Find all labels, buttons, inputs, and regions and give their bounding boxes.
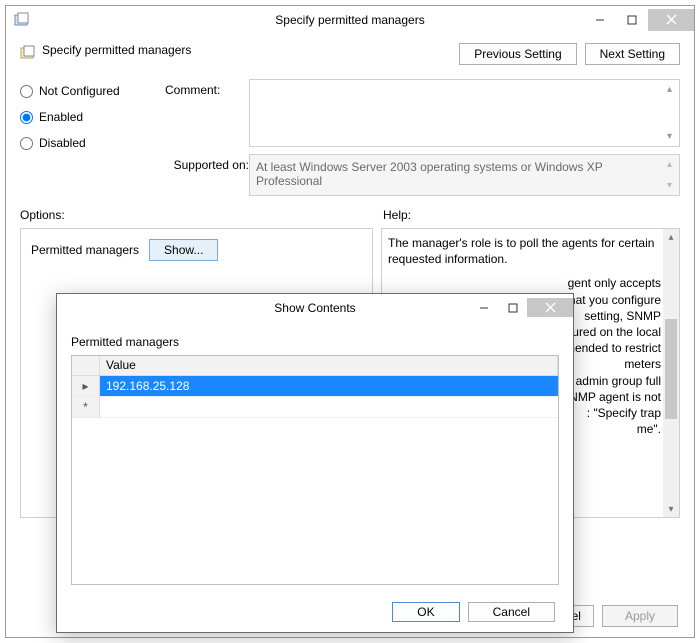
scroll-down-icon[interactable]: ▾ bbox=[662, 129, 677, 144]
row-value-cell[interactable]: 192.168.25.128 bbox=[100, 376, 558, 397]
permitted-managers-label: Permitted managers bbox=[31, 243, 139, 257]
policy-name: Specify permitted managers bbox=[42, 43, 191, 57]
help-label: Help: bbox=[383, 208, 411, 222]
modal-maximize-button[interactable] bbox=[498, 298, 527, 317]
modal-minimize-button[interactable] bbox=[469, 298, 498, 317]
grid-row-header-col bbox=[72, 356, 100, 375]
app-icon bbox=[14, 12, 30, 28]
close-button[interactable] bbox=[648, 9, 694, 31]
title-bar: Specify permitted managers bbox=[6, 6, 694, 33]
table-row[interactable]: * bbox=[72, 397, 558, 418]
help-scrollbar[interactable]: ▴ ▾ bbox=[663, 229, 679, 517]
radio-not-configured-label: Not Configured bbox=[39, 84, 120, 98]
policy-icon bbox=[20, 45, 36, 61]
comment-textarea[interactable]: ▴ ▾ bbox=[249, 79, 680, 147]
scroll-down-icon: ▾ bbox=[662, 178, 677, 193]
row-marker: * bbox=[72, 397, 100, 418]
modal-ok-button[interactable]: OK bbox=[392, 602, 459, 622]
next-setting-button[interactable]: Next Setting bbox=[585, 43, 680, 65]
minimize-button[interactable] bbox=[584, 9, 616, 31]
modal-buttons: OK Cancel bbox=[392, 602, 555, 622]
modal-grid-label: Permitted managers bbox=[71, 335, 559, 349]
show-contents-dialog: Show Contents Permitted managers Value ▸… bbox=[56, 293, 574, 633]
options-label: Options: bbox=[20, 208, 383, 222]
scroll-up-icon: ▴ bbox=[662, 157, 677, 172]
managers-grid[interactable]: Value ▸192.168.25.128* bbox=[71, 355, 559, 585]
table-row[interactable]: ▸192.168.25.128 bbox=[72, 376, 558, 397]
apply-button[interactable]: Apply bbox=[602, 605, 678, 627]
radio-not-configured[interactable] bbox=[20, 85, 33, 98]
radio-enabled[interactable] bbox=[20, 111, 33, 124]
scroll-down-icon[interactable]: ▾ bbox=[663, 501, 679, 517]
radio-enabled-label: Enabled bbox=[39, 110, 83, 124]
row-value-cell[interactable] bbox=[100, 397, 558, 418]
modal-cancel-button[interactable]: Cancel bbox=[468, 602, 555, 622]
scroll-thumb[interactable] bbox=[665, 319, 677, 419]
previous-setting-button[interactable]: Previous Setting bbox=[459, 43, 576, 65]
supported-on-box: At least Windows Server 2003 operating s… bbox=[249, 154, 680, 196]
radio-disabled[interactable] bbox=[20, 137, 33, 150]
grid-header: Value bbox=[72, 356, 558, 376]
state-radio-group: Not Configured Enabled Disabled bbox=[20, 79, 165, 196]
supported-on-text: At least Windows Server 2003 operating s… bbox=[256, 160, 603, 188]
scroll-up-icon[interactable]: ▴ bbox=[663, 229, 679, 245]
grid-col-value[interactable]: Value bbox=[100, 356, 558, 375]
comment-label: Comment: bbox=[165, 79, 249, 97]
maximize-button[interactable] bbox=[616, 9, 648, 31]
row-marker: ▸ bbox=[72, 376, 100, 397]
modal-close-button[interactable] bbox=[527, 298, 573, 317]
radio-disabled-label: Disabled bbox=[39, 136, 86, 150]
show-button[interactable]: Show... bbox=[149, 239, 218, 261]
modal-title-bar: Show Contents bbox=[57, 294, 573, 321]
scroll-up-icon[interactable]: ▴ bbox=[662, 82, 677, 97]
supported-on-label: Supported on: bbox=[165, 154, 249, 196]
